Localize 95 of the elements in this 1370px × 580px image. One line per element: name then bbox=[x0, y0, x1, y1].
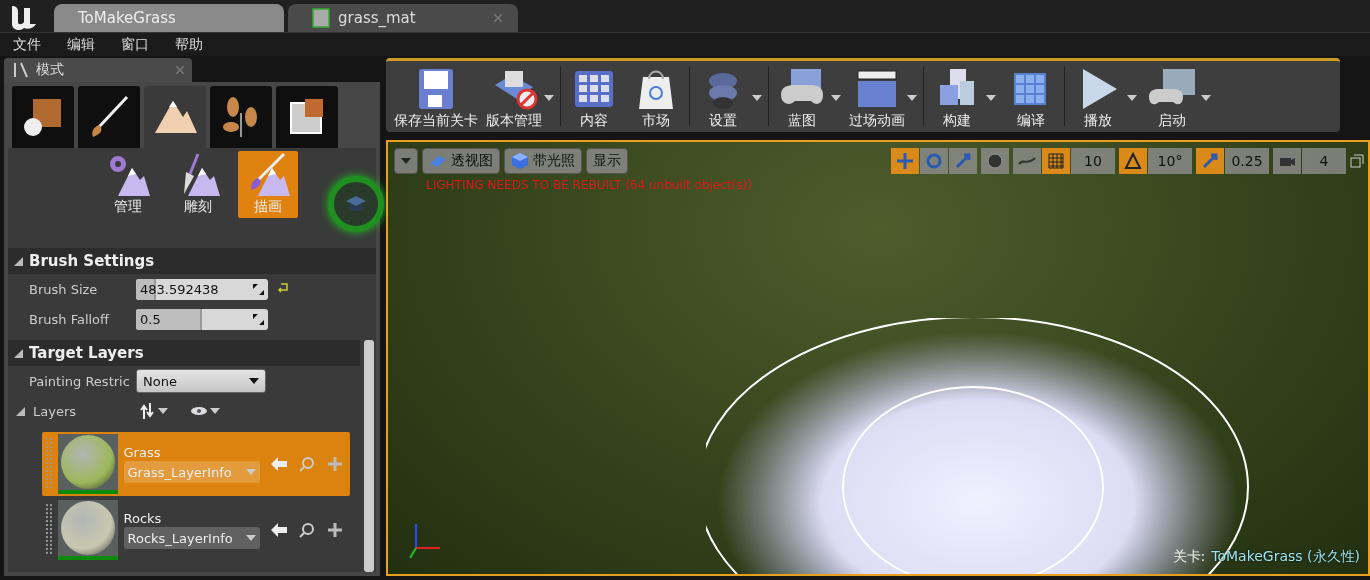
toolbar-button[interactable]: 启动 bbox=[1141, 63, 1215, 130]
mode-tab[interactable] bbox=[78, 86, 140, 148]
lighting-warning: LIGHTING NEEDS TO BE REBUILT (64 unbuilt object(s)) bbox=[426, 178, 752, 192]
menu-item[interactable]: 帮助 bbox=[175, 35, 203, 54]
scale-arrow-icon bbox=[1201, 152, 1219, 170]
section-title: Brush Settings bbox=[29, 252, 155, 270]
snap-value-dropdown[interactable]: 0.25 bbox=[1225, 148, 1269, 174]
panel-tab[interactable]: 模式 bbox=[4, 58, 192, 82]
toolbar-button[interactable]: 保存当前关卡 bbox=[390, 63, 482, 130]
rotate-icon bbox=[925, 152, 943, 170]
expand-arrows-icon bbox=[253, 313, 264, 325]
viewport-mode-button[interactable]: 透视图 bbox=[422, 148, 500, 174]
snap-toggle[interactable] bbox=[1042, 148, 1070, 174]
toolbar-button[interactable]: 版本管理 bbox=[482, 63, 558, 130]
angle-icon bbox=[1124, 152, 1142, 170]
menu-item[interactable]: 窗口 bbox=[121, 35, 149, 54]
toolbar-button[interactable]: 市场 bbox=[625, 63, 687, 130]
scrollbar[interactable] bbox=[364, 340, 374, 572]
viewport-options-button[interactable] bbox=[394, 148, 418, 174]
caret-icon bbox=[831, 95, 841, 101]
caret-icon bbox=[752, 95, 762, 101]
material-thumbnail bbox=[57, 500, 118, 560]
snap-toggle[interactable] bbox=[1273, 148, 1301, 174]
caret-icon bbox=[544, 95, 554, 101]
section-title: Target Layers bbox=[29, 344, 144, 362]
transform-mode-button[interactable] bbox=[891, 148, 919, 174]
move-arrows-icon bbox=[896, 152, 914, 170]
graduation-cap-icon bbox=[345, 194, 367, 214]
surface-snap-button[interactable] bbox=[1013, 148, 1041, 174]
collapse-icon bbox=[16, 406, 25, 416]
caret-icon bbox=[1127, 95, 1137, 101]
scale-arrow-icon bbox=[954, 152, 972, 170]
dropdown[interactable]: None bbox=[136, 369, 266, 393]
toolbar-button[interactable]: 编译 bbox=[1000, 63, 1062, 130]
world-space-button[interactable] bbox=[981, 148, 1009, 174]
viewport-mode-button[interactable]: 带光照 bbox=[504, 148, 582, 174]
layer-row[interactable]: Rocks Rocks_LayerInfo bbox=[42, 498, 350, 562]
snap-value-dropdown[interactable]: 10° bbox=[1148, 148, 1192, 174]
tool-button[interactable]: 管理 bbox=[98, 151, 158, 218]
document-tab[interactable]: grass_mat bbox=[288, 4, 518, 32]
grid-icon bbox=[1047, 152, 1065, 170]
toolbar-button[interactable]: 过场动画 bbox=[845, 63, 921, 130]
layer-info-dropdown[interactable]: Rocks_LayerInfo bbox=[123, 527, 260, 549]
caret-icon bbox=[907, 95, 917, 101]
section-header[interactable]: Target Layers bbox=[8, 340, 360, 366]
menu-item[interactable]: 编辑 bbox=[67, 35, 95, 54]
mode-tab[interactable] bbox=[210, 86, 272, 148]
property-label: Painting Restric bbox=[28, 373, 131, 389]
reset-arrow-icon[interactable] bbox=[278, 283, 288, 293]
property-label: Brush Size bbox=[28, 281, 99, 297]
caret-icon bbox=[986, 95, 996, 101]
drag-handle-icon[interactable] bbox=[46, 438, 52, 490]
expand-arrows-icon bbox=[253, 283, 264, 295]
level-label: 关卡: bbox=[1172, 548, 1206, 566]
caret-icon bbox=[210, 408, 220, 414]
toolbar-button[interactable]: 内容 bbox=[563, 63, 625, 130]
collapse-icon bbox=[14, 348, 23, 358]
snap-toggle[interactable] bbox=[1119, 148, 1147, 174]
layer-name: Grass bbox=[123, 445, 162, 460]
close-icon[interactable] bbox=[494, 14, 502, 22]
toolbar-button[interactable]: 设置 bbox=[692, 63, 766, 130]
snap-toggle[interactable] bbox=[1196, 148, 1224, 174]
material-thumbnail bbox=[57, 434, 118, 494]
tool-button[interactable]: 雕刻 bbox=[168, 151, 228, 218]
tutorial-button[interactable] bbox=[328, 176, 384, 232]
maximize-icon[interactable] bbox=[1350, 154, 1364, 168]
snap-value-dropdown[interactable]: 10 bbox=[1071, 148, 1115, 174]
caret-icon bbox=[245, 535, 256, 541]
section-header[interactable]: Brush Settings bbox=[8, 248, 376, 274]
cube-icon bbox=[511, 152, 529, 170]
property-label: Layers bbox=[8, 403, 136, 419]
tools-icon bbox=[12, 61, 30, 79]
snap-value-dropdown[interactable]: 4 bbox=[1302, 148, 1346, 174]
layer-name: Rocks bbox=[123, 511, 163, 526]
viewport-mode-button[interactable]: 显示 bbox=[586, 148, 628, 174]
number-slider-field[interactable]: 483.592438 bbox=[136, 278, 268, 300]
toolbar-button[interactable]: 播放 bbox=[1067, 63, 1141, 130]
toolbar-button[interactable]: 构建 bbox=[926, 63, 1000, 130]
globe-icon bbox=[986, 152, 1004, 170]
mode-tab[interactable] bbox=[144, 86, 206, 148]
number-slider-field[interactable]: 0.5 bbox=[136, 308, 268, 330]
material-file-icon bbox=[312, 8, 330, 28]
caret-icon bbox=[1201, 95, 1211, 101]
caret-icon bbox=[401, 158, 411, 164]
caret-icon bbox=[158, 408, 168, 414]
menu-item[interactable]: 文件 bbox=[13, 35, 41, 54]
mode-tab[interactable] bbox=[276, 86, 338, 148]
caret-icon bbox=[245, 469, 256, 475]
drag-handle-icon[interactable] bbox=[46, 504, 52, 556]
toolbar-button[interactable]: 蓝图 bbox=[771, 63, 845, 130]
close-icon[interactable] bbox=[176, 66, 184, 74]
mode-tab[interactable] bbox=[12, 86, 74, 148]
property-label: Brush Falloff bbox=[28, 311, 111, 327]
caret-icon bbox=[249, 378, 259, 384]
collapse-icon bbox=[14, 256, 23, 266]
